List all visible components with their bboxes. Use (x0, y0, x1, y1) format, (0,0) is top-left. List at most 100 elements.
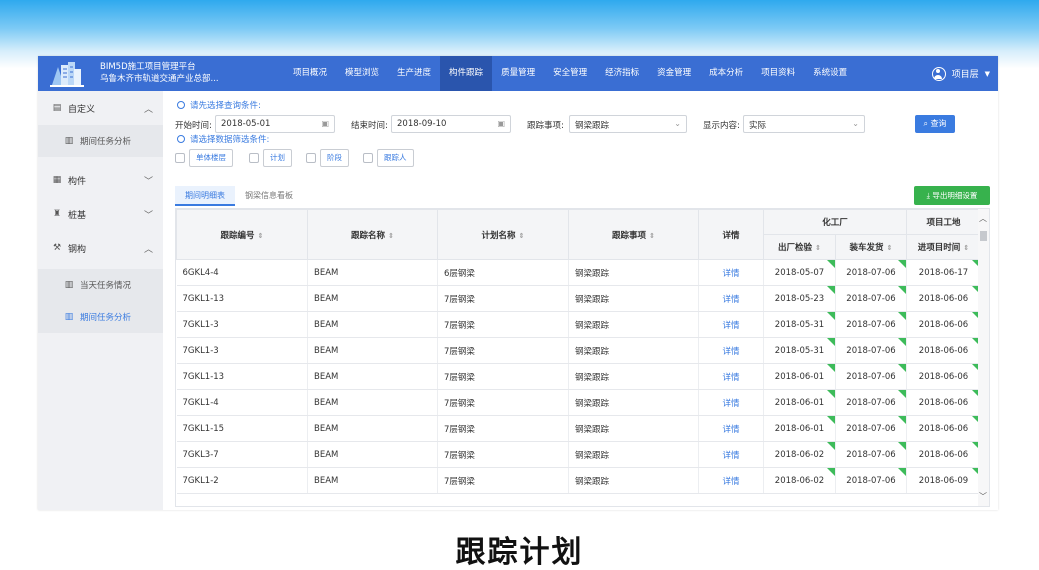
cell-detail-link[interactable]: 详情 (698, 467, 764, 494)
steel-icon: ⚒ (52, 243, 62, 253)
nav-cost-analysis[interactable]: 成本分析 (700, 56, 752, 91)
floor-filter-button[interactable]: 单体楼层 (189, 149, 233, 167)
header-plan[interactable]: 计划名称 ⇕ (437, 209, 569, 260)
header-item-label: 跟踪事项 (612, 230, 647, 241)
query-button[interactable]: ⌕ 查询 (915, 115, 955, 133)
building-logo-icon (50, 62, 84, 87)
nav-project-docs[interactable]: 项目资料 (752, 56, 804, 91)
sidebar-item-pile[interactable]: ♜ 桩基 ﹀ (38, 197, 163, 231)
header-name[interactable]: 跟踪名称 ⇕ (307, 209, 438, 260)
plan-filter-button[interactable]: 计划 (263, 149, 292, 167)
cell-arrive-date: 2018-06-06 (906, 363, 981, 390)
table-row: 7GKL1-15 BEAM 7层钢梁 钢梁跟踪 详情 2018-06-01 2018-07-… (176, 415, 981, 442)
user-menu[interactable]: 项目层 ▼ (931, 56, 990, 91)
nav-funds[interactable]: 资金管理 (648, 56, 700, 91)
filter-plan: 计划 (249, 149, 292, 167)
cell-item: 钢梁跟踪 (568, 389, 699, 416)
grid-icon: ▦ (52, 175, 62, 185)
end-time-field[interactable]: 2018-09-10 ▣ (391, 115, 511, 133)
search-icon: ⌕ (923, 119, 928, 128)
header-code-label: 跟踪编号 (220, 230, 255, 241)
nav-model-browse[interactable]: 模型浏览 (336, 56, 388, 91)
table-row: 7GKL1-4 BEAM 7层钢梁 钢梁跟踪 详情 2018-06-01 2018-07-0… (176, 389, 981, 416)
sidebar-item-component[interactable]: ▦ 构件 ﹀ (38, 163, 163, 197)
nav-economic-indicators[interactable]: 经济指标 (596, 56, 648, 91)
cell-detail-link[interactable]: 详情 (698, 337, 764, 364)
bar-chart-icon: ▥ (64, 280, 74, 290)
header-check[interactable]: 出厂检验 ⇕ (763, 234, 836, 260)
cell-ship-date: 2018-07-06 (835, 259, 907, 286)
header-item[interactable]: 跟踪事项 ⇕ (568, 209, 699, 260)
start-time-field[interactable]: 2018-05-01 ▣ (215, 115, 335, 133)
cell-plan: 7层钢梁 (437, 363, 569, 390)
chevron-down-icon[interactable]: ﹀ (979, 491, 987, 502)
cell-code: 7GKL1-13 (176, 285, 308, 312)
filter-floor: 单体楼层 (175, 149, 233, 167)
tab-period-detail[interactable]: 期间明细表 (175, 186, 235, 206)
display-select[interactable]: 实际 ⌄ (743, 115, 865, 133)
display-label: 显示内容: (703, 121, 740, 131)
tab-steel-board[interactable]: 钢梁信息看板 (235, 186, 303, 206)
header-group-factory: 化工厂 (763, 209, 907, 235)
header-ship[interactable]: 装车发货 ⇕ (835, 234, 907, 260)
sidebar-item-custom[interactable]: ▤ 自定义 ︿ (38, 91, 163, 125)
cell-plan: 6层钢梁 (437, 259, 569, 286)
scrollbar-thumb[interactable] (980, 231, 987, 241)
cell-name: BEAM (307, 415, 438, 442)
cell-detail-link[interactable]: 详情 (698, 311, 764, 338)
query-hint-text: 请先选择查询条件: (190, 101, 261, 111)
display-value: 实际 (749, 121, 767, 131)
sort-icon: ⇕ (518, 231, 525, 240)
cell-detail-link[interactable]: 详情 (698, 285, 764, 312)
export-button-label: 导出明细设置 (932, 191, 978, 200)
stage-checkbox[interactable] (306, 153, 316, 163)
table-scrollbar[interactable]: ︿ ﹀ (978, 209, 989, 506)
nav-component-tracking[interactable]: 构件跟踪 (440, 56, 493, 91)
sidebar-subitem-period-analysis[interactable]: ▥ 期间任务分析 (38, 301, 163, 333)
nav-project-overview[interactable]: 项目概况 (284, 56, 336, 91)
cell-detail-link[interactable]: 详情 (698, 415, 764, 442)
chevron-up-icon[interactable]: ︿ (979, 213, 987, 224)
start-time-label: 开始时间: (175, 121, 212, 131)
cell-plan: 7层钢梁 (437, 285, 569, 312)
detail-table-grid: 跟踪编号 ⇕ 跟踪名称 ⇕ 计划名称 ⇕ 跟踪事项 ⇕ 详情 化工厂 项目工地 出厂检验… (176, 209, 981, 494)
cell-code: 7GKL1-13 (176, 363, 308, 390)
export-button[interactable]: ⤓ 导出明细设置 (914, 186, 990, 205)
cell-check-date: 2018-06-01 (763, 389, 836, 416)
cell-detail-link[interactable]: 详情 (698, 363, 764, 390)
sidebar-subitem-custom-analysis[interactable]: ▥ 期间任务分析 (38, 125, 163, 157)
header-arrive[interactable]: 进项目时间 ⇕ (906, 234, 981, 260)
header-code[interactable]: 跟踪编号 ⇕ (176, 209, 308, 260)
cell-detail-link[interactable]: 详情 (698, 441, 764, 468)
brand-line-2: 乌鲁木齐市轨道交通产业总部... (100, 74, 219, 84)
plan-checkbox[interactable] (249, 153, 259, 163)
tracker-checkbox[interactable] (363, 153, 373, 163)
nav-quality[interactable]: 质量管理 (492, 56, 544, 91)
cell-item: 钢梁跟踪 (568, 363, 699, 390)
table-row: 7GKL1-3 BEAM 7层钢梁 钢梁跟踪 详情 2018-05-31 2018-07-0… (176, 337, 981, 364)
sidebar-item-steel[interactable]: ⚒ 钢构 ︿ (38, 231, 163, 265)
tracker-filter-button[interactable]: 跟踪人 (377, 149, 414, 167)
query-button-label: 查询 (930, 119, 947, 128)
cell-check-date: 2018-05-31 (763, 311, 836, 338)
track-item-select[interactable]: 钢梁跟踪 ⌄ (569, 115, 687, 133)
nav-safety[interactable]: 安全管理 (544, 56, 596, 91)
floor-checkbox[interactable] (175, 153, 185, 163)
user-name: 项目层 (951, 70, 979, 80)
caret-down-icon: ▼ (984, 69, 990, 78)
sort-icon: ⇕ (886, 244, 893, 252)
cell-name: BEAM (307, 285, 438, 312)
nav-system-settings[interactable]: 系统设置 (804, 56, 856, 91)
track-item-value: 钢梁跟踪 (575, 121, 610, 131)
cell-detail-link[interactable]: 详情 (698, 259, 764, 286)
table-row: 7GKL3-7 BEAM 7层钢梁 钢梁跟踪 详情 2018-06-02 2018-07-0… (176, 441, 981, 468)
tab-bar: 期间明细表 钢梁信息看板 (175, 186, 303, 206)
cell-check-date: 2018-06-02 (763, 467, 836, 494)
nav-production-progress[interactable]: 生产进度 (388, 56, 440, 91)
cell-code: 7GKL1-4 (176, 389, 308, 416)
chevron-down-icon: ⌄ (852, 119, 859, 128)
cell-detail-link[interactable]: 详情 (698, 389, 764, 416)
sort-icon: ⇕ (815, 244, 821, 252)
stage-filter-button[interactable]: 阶段 (320, 149, 349, 167)
sidebar-subitem-today-tasks[interactable]: ▥ 当天任务情况 (38, 269, 163, 301)
